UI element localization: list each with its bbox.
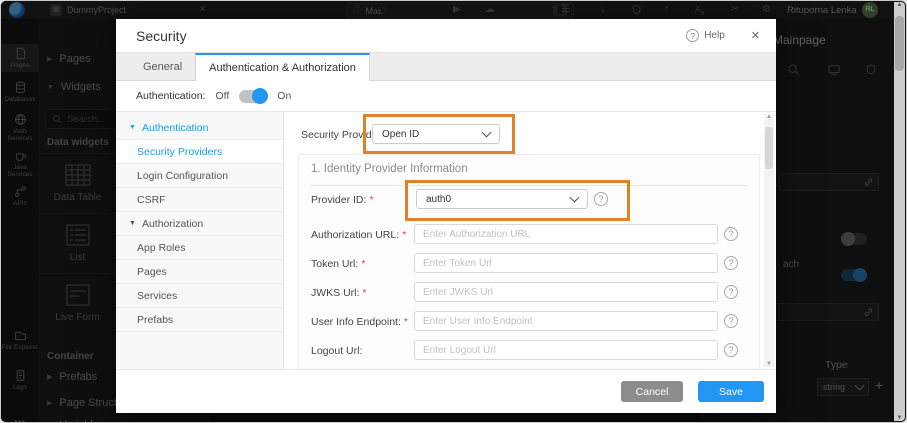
- tab-general[interactable]: General: [130, 53, 195, 80]
- annotation-security-provider: [363, 114, 515, 154]
- toggle-on-label: On: [277, 90, 292, 102]
- app-screen: ▦ DummyProject ✕ 🗋 Main ▐▌ ▶ ▶ ☁ ☰ ↓ ↑ A…: [0, 0, 907, 423]
- close-icon[interactable]: ✕: [751, 29, 760, 42]
- required-asterisk: *: [402, 229, 407, 241]
- caret-down-icon: ▼: [129, 124, 136, 131]
- user-info-endpoint-help-icon[interactable]: ?: [724, 314, 738, 328]
- nav-label: Authorization: [141, 217, 204, 230]
- caret-down-icon: ▼: [129, 220, 136, 227]
- logout-url-input[interactable]: [414, 340, 718, 360]
- nav-item-csrf[interactable]: CSRF: [116, 188, 283, 212]
- scroll-up-icon[interactable]: ▲: [897, 2, 903, 8]
- required-asterisk: *: [362, 287, 367, 299]
- provider-id-label: Provider ID: *: [311, 194, 374, 206]
- nav-item-services[interactable]: Services: [116, 284, 283, 308]
- help-circle-icon: ?: [686, 29, 700, 42]
- nav-item-app-roles[interactable]: App Roles: [116, 236, 283, 260]
- dialog-title: Security: [136, 27, 187, 44]
- scroll-down-icon[interactable]: ▼: [766, 361, 772, 367]
- token-url-label: Token Url: *: [311, 258, 366, 270]
- help-button[interactable]: ? Help: [686, 29, 725, 42]
- dialog-header: Security ? Help ✕: [116, 19, 776, 53]
- logout-url-help-icon[interactable]: ?: [724, 343, 738, 357]
- nav-item-pages[interactable]: Pages: [116, 260, 283, 284]
- jwks-url-input[interactable]: [414, 282, 718, 302]
- jwks-url-label: JWKS Url: *: [311, 287, 367, 299]
- user-info-endpoint-input[interactable]: [414, 311, 718, 331]
- scroll-down-icon[interactable]: ▼: [897, 415, 903, 421]
- authorization-url-input[interactable]: [414, 224, 718, 244]
- scrollbar-thumb[interactable]: [765, 127, 773, 169]
- authentication-toggle[interactable]: [239, 87, 269, 104]
- form-scrollbar[interactable]: ▲ ▼: [764, 114, 774, 367]
- save-button[interactable]: Save: [698, 381, 764, 402]
- required-asterisk: *: [403, 316, 408, 328]
- nav-item-prefabs[interactable]: Prefabs: [116, 308, 283, 332]
- token-url-input[interactable]: [414, 253, 718, 273]
- section-title: 1. Identity Provider Information: [311, 163, 468, 175]
- user-info-endpoint-label: User Info Endpoint: *: [311, 316, 408, 328]
- page-scrollbar[interactable]: ▲ ▼: [894, 2, 905, 421]
- authentication-label: Authentication:: [136, 90, 206, 102]
- jwks-url-help-icon[interactable]: ?: [724, 285, 738, 299]
- authentication-toggle-row: Authentication: Off On: [116, 81, 776, 111]
- required-asterisk: *: [369, 194, 374, 206]
- logout-url-label: Logout Url:: [311, 345, 363, 357]
- dialog-footer: Cancel Save: [116, 369, 776, 413]
- tab-authentication-authorization[interactable]: Authentication & Authorization: [195, 53, 370, 81]
- nav-group-authorization[interactable]: ▼ Authorization: [116, 212, 283, 236]
- authorization-url-label: Authorization URL: *: [311, 229, 407, 241]
- security-nav: ▼ Authentication Security Providers Logi…: [116, 112, 284, 369]
- nav-item-security-providers[interactable]: Security Providers: [116, 140, 283, 164]
- toggle-off-label: Off: [215, 90, 230, 102]
- nav-label: Authentication: [141, 121, 209, 134]
- annotation-provider-id: [405, 180, 630, 221]
- authorization-url-help-icon[interactable]: ?: [724, 227, 738, 241]
- cancel-button[interactable]: Cancel: [621, 381, 683, 402]
- help-label: Help: [704, 30, 725, 41]
- nav-group-authentication[interactable]: ▼ Authentication: [116, 116, 283, 140]
- scrollbar-thumb[interactable]: [895, 16, 904, 71]
- provider-form: Security Provider: Open ID 1. Identity P…: [284, 112, 776, 369]
- dialog-tabs: General Authentication & Authorization: [116, 53, 776, 81]
- scroll-up-icon[interactable]: ▲: [766, 114, 772, 120]
- token-url-help-icon[interactable]: ?: [724, 256, 738, 270]
- nav-item-login-configuration[interactable]: Login Configuration: [116, 164, 283, 188]
- required-asterisk: *: [361, 258, 366, 270]
